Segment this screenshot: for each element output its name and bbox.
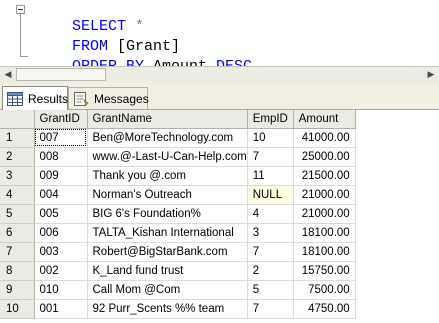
column-header-amount[interactable]: Amount — [293, 110, 356, 129]
table-row[interactable]: 5 005 BIG 6's Foundation% 4 21000.00 — [0, 204, 356, 224]
column-header-grantname[interactable]: GrantName — [87, 110, 248, 129]
table-row[interactable]: 8 002 K_Land fund trust 2 15750.00 — [0, 261, 356, 281]
results-tabstrip: Results Messages — [0, 82, 439, 110]
cell-empid[interactable]: 3 — [247, 223, 294, 243]
cell-grantname[interactable]: K_Land fund trust — [87, 261, 248, 281]
cell-grantid[interactable]: 005 — [34, 204, 88, 224]
scrollbar-thumb[interactable] — [16, 68, 106, 81]
row-number[interactable]: 2 — [0, 147, 35, 167]
sql-editor[interactable]: SELECT * FROM [Grant] ORDER BY Amount DE… — [0, 0, 439, 75]
cell-grantid[interactable]: 009 — [34, 166, 88, 186]
cell-empid[interactable]: 4 — [247, 204, 294, 224]
results-table: GrantID GrantName EmpID Amount 1 007 Ben@M… — [0, 110, 356, 319]
collapse-icon[interactable] — [16, 5, 25, 14]
cell-empid[interactable]: 5 — [247, 280, 294, 300]
header-row: GrantID GrantName EmpID Amount — [0, 110, 356, 129]
tab-results-label: Results — [28, 91, 69, 106]
cell-grantname[interactable]: Robert@BigStarBank.com — [87, 242, 248, 262]
cell-empid[interactable]: 7 — [247, 242, 294, 262]
messages-icon — [73, 91, 89, 106]
row-number[interactable]: 9 — [0, 280, 35, 300]
cell-grantname[interactable]: Ben@MoreTechnology.com — [87, 128, 248, 148]
row-number[interactable]: 3 — [0, 166, 35, 186]
cell-grantid[interactable]: 001 — [34, 299, 88, 319]
cell-grantname[interactable]: Call Mom @Com — [87, 280, 248, 300]
cell-amount[interactable]: 18100.00 — [293, 242, 356, 262]
cell-grantid[interactable]: 007 — [34, 128, 88, 148]
cell-empid[interactable]: 7 — [247, 299, 294, 319]
fold-guide — [20, 14, 21, 56]
cell-empid[interactable]: 11 — [247, 166, 294, 186]
table-row[interactable]: 4 004 Norman's Outreach NULL 21000.00 — [0, 185, 356, 205]
cell-grantid[interactable]: 004 — [34, 185, 88, 205]
table-row[interactable]: 7 003 Robert@BigStarBank.com 7 18100.00 — [0, 242, 356, 262]
row-number[interactable]: 10 — [0, 299, 35, 319]
cell-amount[interactable]: 15750.00 — [293, 261, 356, 281]
tab-messages-label: Messages — [94, 91, 149, 106]
scroll-left-icon[interactable]: ◀ — [0, 67, 16, 82]
cell-grantid[interactable]: 003 — [34, 242, 88, 262]
cell-grantname[interactable]: BIG 6's Foundation% — [87, 204, 248, 224]
tab-messages[interactable]: Messages — [68, 87, 149, 109]
cell-empid[interactable]: 2 — [247, 261, 294, 281]
cell-grantid[interactable]: 010 — [34, 280, 88, 300]
table-row[interactable]: 1 007 Ben@MoreTechnology.com 10 41000.00 — [0, 128, 356, 148]
table-row[interactable]: 9 010 Call Mom @Com 5 7500.00 — [0, 280, 356, 300]
cell-amount[interactable]: 25000.00 — [293, 147, 356, 167]
table-row[interactable]: 10 001 92 Purr_Scents %% team 7 4750.00 — [0, 299, 356, 319]
horizontal-scrollbar[interactable]: ◀ ▶ — [0, 66, 439, 82]
fold-guide-end — [20, 56, 28, 57]
results-grid[interactable]: GrantID GrantName EmpID Amount 1 007 Ben@M… — [0, 110, 439, 323]
cell-grantname[interactable]: Norman's Outreach — [87, 185, 248, 205]
column-header-empid[interactable]: EmpID — [247, 110, 294, 129]
cell-amount[interactable]: 41000.00 — [293, 128, 356, 148]
column-header-grantid[interactable]: GrantID — [34, 110, 88, 129]
tab-results[interactable]: Results — [2, 86, 68, 110]
table-row[interactable]: 6 006 TALTA_Kishan International 3 18100.00 — [0, 223, 356, 243]
row-number[interactable]: 6 — [0, 223, 35, 243]
row-number-header[interactable] — [0, 110, 35, 129]
table-row[interactable]: 2 008 www.@-Last-U-Can-Help.com 7 25000.00 — [0, 147, 356, 167]
cell-grantname[interactable]: TALTA_Kishan International — [87, 223, 248, 243]
cell-amount[interactable]: 21000.00 — [293, 185, 356, 205]
grid-icon — [7, 91, 23, 106]
cell-grantname[interactable]: Thank you @.com — [87, 166, 248, 186]
table-row[interactable]: 3 009 Thank you @.com 11 21500.00 — [0, 166, 356, 186]
cell-grantid[interactable]: 006 — [34, 223, 88, 243]
cell-amount[interactable]: 18100.00 — [293, 223, 356, 243]
cell-grantid[interactable]: 008 — [34, 147, 88, 167]
cell-grantname[interactable]: www.@-Last-U-Can-Help.com — [87, 147, 248, 167]
cell-amount[interactable]: 21500.00 — [293, 166, 356, 186]
cell-empid[interactable]: 7 — [247, 147, 294, 167]
cell-empid[interactable]: 10 — [247, 128, 294, 148]
cell-amount[interactable]: 4750.00 — [293, 299, 356, 319]
row-number[interactable]: 1 — [0, 128, 35, 148]
row-number[interactable]: 5 — [0, 204, 35, 224]
cell-grantname[interactable]: 92 Purr_Scents %% team — [87, 299, 248, 319]
row-number[interactable]: 7 — [0, 242, 35, 262]
scroll-right-icon[interactable]: ▶ — [423, 67, 439, 82]
row-number[interactable]: 8 — [0, 261, 35, 281]
cell-amount[interactable]: 21000.00 — [293, 204, 356, 224]
cell-amount[interactable]: 7500.00 — [293, 280, 356, 300]
cell-empid[interactable]: NULL — [247, 185, 294, 205]
cell-grantid[interactable]: 002 — [34, 261, 88, 281]
row-number[interactable]: 4 — [0, 185, 35, 205]
